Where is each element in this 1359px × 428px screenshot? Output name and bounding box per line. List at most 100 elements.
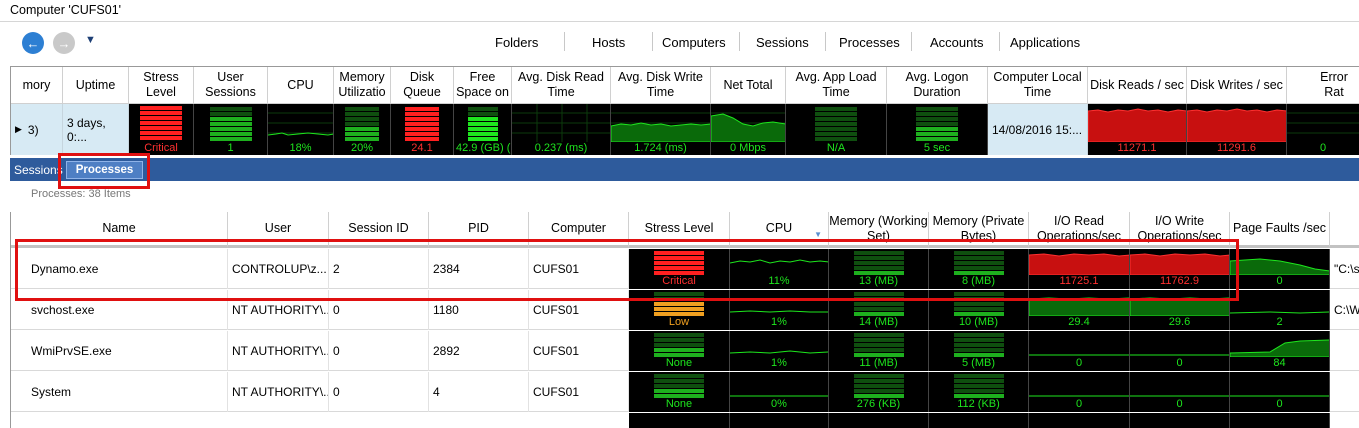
col-header-user-sessions[interactable]: User Sessions [194,67,268,104]
cell-computer: CUFS01 [529,331,629,371]
table-row[interactable]: svchost.exe NT AUTHORITY\... 0 1180 CUFS… [11,290,1359,330]
col-header-io-read[interactable]: I/O Read Operations/sec [1029,212,1130,248]
col-header-disk-queue[interactable]: Disk Queue [391,67,454,104]
cell-command-line [1330,372,1359,412]
cell-memory-pb-gauge [929,413,1029,428]
sort-descending-icon: ▼ [814,230,822,239]
cell-page-faults-value: 84 [1273,357,1286,369]
cell-session-id: 0 [329,290,429,330]
col-header-memory[interactable]: mory [11,67,63,104]
tab-processes[interactable]: Processes [66,161,143,179]
cell-io-read-graph: 0 [1029,372,1130,412]
col-header-pid[interactable]: PID [429,212,529,248]
nav-computers[interactable]: Computers [662,35,726,50]
cell-memory-ws-value: 11 (MB) [859,357,898,369]
col-header-computer[interactable]: Computer [529,212,629,248]
nav-separator [739,32,740,51]
cell-user: NT AUTHORITY\... [228,372,329,412]
col-header-avg-disk-read[interactable]: Avg. Disk Read Time [512,67,611,104]
summary-error-rate-value: 0 [1319,142,1327,154]
summary-row-expander[interactable]: ▶ 3) [11,104,63,155]
col-header-avg-disk-write[interactable]: Avg. Disk Write Time [611,67,711,104]
summary-avg-logon-gauge: 5 sec [887,104,988,155]
nav-sessions[interactable]: Sessions [756,35,809,50]
col-header-net-total[interactable]: Net Total [711,67,786,104]
col-header-avg-app-load[interactable]: Avg. App Load Time [786,67,887,104]
nav-processes[interactable]: Processes [839,35,900,50]
cell-page-faults-value: 0 [1276,398,1283,410]
cell-io-write-graph: 0 [1130,331,1230,371]
table-row[interactable] [11,413,1359,428]
col-header-io-write[interactable]: I/O Write Operations/sec [1130,212,1230,248]
cell-computer: CUFS01 [529,290,629,330]
summary-net-total-value: 0 Mbps [729,142,767,154]
summary-disk-writes-value: 11291.6 [1217,142,1256,154]
col-header-free-space[interactable]: Free Space on [454,67,512,104]
col-header-avg-logon[interactable]: Avg. Logon Duration [887,67,988,104]
cell-memory-pb-gauge: 8 (MB) [929,249,1029,289]
col-header-memory-working-set[interactable]: Memory (Working Set) [829,212,929,248]
cell-page-faults-graph: 0 [1230,372,1330,412]
cell-command-line: C:\W [1334,303,1359,317]
cell-stress-value: None [665,398,693,410]
col-header-stress-level[interactable]: Stress Level [629,212,730,248]
nav-accounts[interactable]: Accounts [930,35,983,50]
col-header-cpu[interactable]: CPU ▼ [730,212,829,248]
back-arrow-icon[interactable]: ← [22,32,44,54]
col-header-memory-private-bytes[interactable]: Memory (Private Bytes) [929,212,1029,248]
nav-folders[interactable]: Folders [495,35,538,50]
col-header-disk-writes[interactable]: Disk Writes / sec [1187,67,1287,104]
cell-stress-gauge [629,413,730,428]
cell-io-read-value: 0 [1075,398,1083,410]
cell-name: WmiPrvSE.exe [11,331,228,371]
summary-disk-writes-graph: 11291.6 [1187,104,1287,155]
cell-memory-pb-value: 5 (MB) [962,357,995,369]
col-header-uptime[interactable]: Uptime [63,67,129,104]
cell-stress-value: Critical [662,275,696,287]
col-header-disk-reads[interactable]: Disk Reads / sec [1088,67,1187,104]
table-row[interactable]: WmiPrvSE.exe NT AUTHORITY\... 0 2892 CUF… [11,331,1359,371]
cell-stress-value: None [665,357,693,369]
cell-memory-ws-value: 13 (MB) [858,275,899,287]
cell-io-write-graph [1130,413,1230,428]
table-row[interactable]: System NT AUTHORITY\... 0 4 CUFS01 None … [11,372,1359,412]
cell-memory-pb-gauge: 10 (MB) [929,290,1029,330]
nav-applications[interactable]: Applications [1010,35,1080,50]
col-header-user[interactable]: User [228,212,329,248]
col-header-cpu[interactable]: CPU [268,67,334,104]
cell-cpu-graph: 11% [730,249,829,289]
summary-avg-disk-write-value: 1.724 (ms) [634,142,687,154]
cell-io-read-graph: 0 [1029,331,1130,371]
cell-io-write-graph: 0 [1130,372,1230,412]
table-row[interactable]: Dynamo.exe CONTROLUP\z... 2 2384 CUFS01 … [11,249,1359,289]
cell-memory-ws-gauge: 13 (MB) [829,249,929,289]
cell-io-read-graph [1029,413,1130,428]
col-header-page-faults[interactable]: Page Faults /sec [1230,212,1330,248]
history-dropdown-icon[interactable]: ▼ [85,34,96,46]
summary-free-space-gauge: 42.9 (GB) ( [454,104,512,155]
col-header-name[interactable]: Name [11,212,228,248]
forward-arrow-icon[interactable]: → [53,32,75,54]
cell-page-faults-value: 0 [1276,275,1283,287]
col-header-stress-level[interactable]: Stress Level [129,67,194,104]
col-header-local-time[interactable]: Computer Local Time [988,67,1088,104]
cell-stress-gauge: None [629,331,730,371]
cell-io-write-graph: 11762.9 [1130,249,1230,289]
cell-command-line: "C:\s [1334,262,1359,276]
tab-strip: Sessions Processes [10,158,1359,181]
cell-pid: 2892 [429,331,529,371]
window-title: Computer 'CUFS01' [0,0,1359,22]
col-header-session-id[interactable]: Session ID [329,212,429,248]
summary-disk-reads-graph: 11271.1 [1088,104,1187,155]
tab-sessions[interactable]: Sessions [14,163,63,177]
col-header-memory-util[interactable]: Memory Utilizatio [334,67,391,104]
cell-memory-pb-value: 112 (KB) [957,398,1000,410]
col-header-command-line[interactable] [1330,212,1359,248]
expand-arrow-icon[interactable]: ▶ [15,124,22,135]
nav-hosts[interactable]: Hosts [592,35,625,50]
cell-command-line [1330,331,1359,371]
cell-pid: 1180 [429,290,529,330]
nav-separator [999,32,1000,51]
col-header-error-rate[interactable]: Error Rat [1287,67,1359,104]
cell-io-read-value: 29.4 [1068,316,1090,328]
